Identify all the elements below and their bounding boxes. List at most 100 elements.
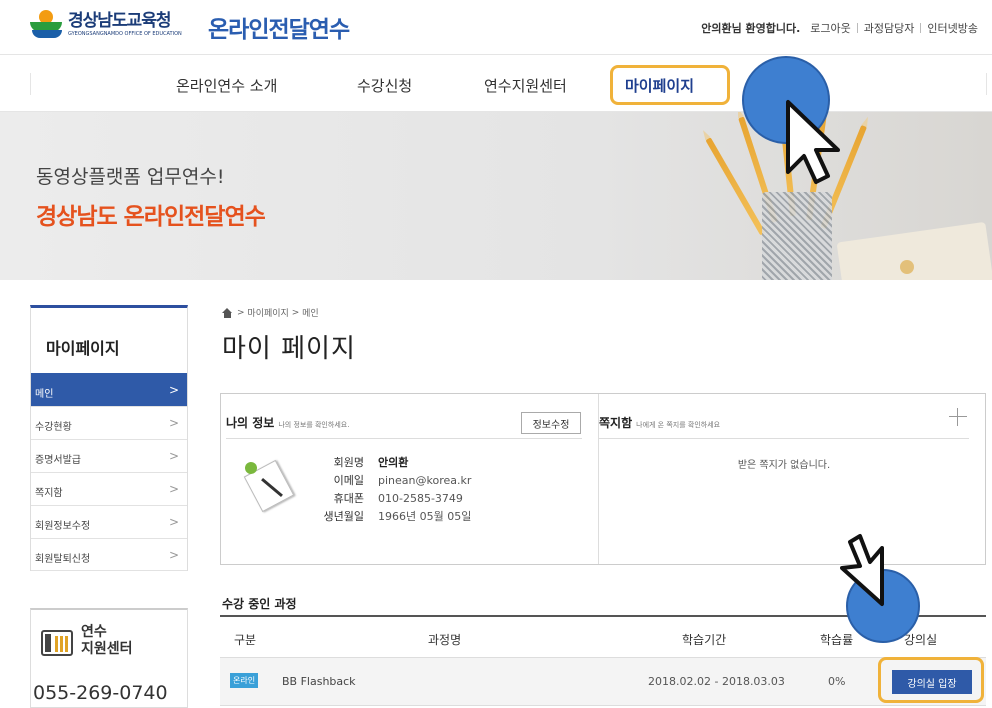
pencil-image — [705, 137, 766, 236]
sidebar-item-edit-profile[interactable]: 회원정보수정 > — [31, 505, 187, 538]
column-header: 학습기간 — [682, 633, 727, 647]
info-label: 이메일 — [333, 474, 364, 487]
info-label: 휴대폰 — [333, 492, 364, 505]
my-info-rows: 회원명 안의환 이메일 pinean@korea.kr 휴대폰 010-2585… — [309, 454, 472, 526]
logo-text: 경상남도교육청 — [68, 11, 171, 31]
chevron-right-icon: > — [168, 482, 179, 496]
paper-clip-image — [900, 260, 914, 274]
info-row-name: 회원명 안의환 — [309, 454, 471, 472]
phone-icon — [41, 630, 73, 656]
course-manager-link[interactable]: 과정담당자 — [864, 20, 915, 36]
sidebar-item-main[interactable]: 메인 > — [31, 373, 187, 406]
home-icon[interactable] — [222, 307, 233, 318]
divider — [226, 438, 582, 439]
support-center-box[interactable]: 연수 지원센터 055-269-0740 — [30, 608, 188, 708]
breadcrumb-separator: > — [237, 307, 245, 318]
column-header: 구분 — [234, 633, 257, 647]
sidebar-item-enrollment-status[interactable]: 수강현황 > — [31, 406, 187, 439]
internet-broadcast-link[interactable]: 인터넷방송 — [927, 20, 978, 36]
divider — [30, 73, 31, 95]
nav-item-support-center[interactable]: 연수지원센터 — [484, 75, 567, 96]
support-label-line1: 연수 — [81, 624, 107, 640]
messages-hint: 나에게 온 쪽지를 확인하세요 — [636, 421, 721, 429]
plus-icon[interactable] — [949, 408, 967, 426]
divider — [856, 23, 858, 33]
utility-links: 안의환님 환영합니다. 로그아웃 과정담당자 인터넷방송 — [701, 20, 978, 36]
paper-image — [836, 221, 992, 280]
chevron-right-icon: > — [168, 383, 179, 397]
logo[interactable]: 경상남도교육청 GYEONGSANGNAMDO OFFICE OF EDUCAT… — [30, 10, 182, 40]
breadcrumb-separator: > — [291, 307, 300, 318]
column-header: 강의실 — [904, 633, 938, 647]
courses-title: 수강 중인 과정 — [222, 597, 297, 611]
mouse-pointer-icon — [840, 534, 884, 606]
page: 경상남도교육청 GYEONGSANGNAMDO OFFICE OF EDUCAT… — [0, 0, 992, 708]
sidebar-item-label: 회원탈퇴신청 — [35, 554, 91, 565]
support-label-line2: 지원센터 — [81, 641, 133, 657]
nav-item-intro[interactable]: 온라인연수 소개 — [176, 75, 277, 96]
sidebar-item-label: 회원정보수정 — [35, 521, 91, 532]
chevron-right-icon: > — [168, 548, 179, 562]
support-center-label: 연수 지원센터 — [81, 624, 133, 658]
column-header: 과정명 — [428, 633, 462, 647]
sidebar-item-certificates[interactable]: 증명서발급 > — [31, 439, 187, 472]
messages-title: 쪽지함 — [599, 416, 633, 430]
pencil-cup-image — [762, 192, 832, 280]
divider — [986, 73, 987, 95]
breadcrumb: > 마이페이지 > 메인 — [222, 306, 319, 319]
my-info-hint: 나의 정보를 확인하세요. — [278, 421, 350, 429]
sidebar-item-label: 쪽지함 — [35, 488, 63, 499]
info-value-name: 안의환 — [378, 456, 409, 469]
mouse-pointer-icon — [786, 100, 840, 184]
mypage-highlight — [610, 65, 730, 105]
my-info-section: 나의 정보 나의 정보를 확인하세요. 정보수정 회원명 안의환 이메일 pine… — [221, 394, 599, 564]
column-header: 학습률 — [820, 633, 854, 647]
banner-subtitle: 동영상플랫폼 업무연수! — [36, 166, 225, 188]
site-title: 온라인전달연수 — [208, 17, 350, 43]
banner-title: 경상남도 온라인전달연수 — [36, 204, 266, 230]
divider — [599, 438, 969, 439]
welcome-text: 안의환님 환영합니다. — [701, 22, 801, 35]
messages-section: 쪽지함 나에게 온 쪽지를 확인하세요 받은 쪽지가 없습니다. — [599, 394, 985, 564]
sidebar-item-withdraw[interactable]: 회원탈퇴신청 > — [31, 538, 187, 571]
sidebar-item-label: 메인 — [35, 389, 54, 400]
divider — [920, 23, 922, 33]
sidebar-title: 마이페이지 — [30, 305, 188, 373]
info-row-birthdate: 생년월일 1966년 05월 05일 — [309, 508, 472, 526]
messages-empty-text: 받은 쪽지가 없습니다. — [737, 460, 831, 471]
messages-heading: 쪽지함 나에게 온 쪽지를 확인하세요 — [599, 414, 720, 431]
top-header: 경상남도교육청 GYEONGSANGNAMDO OFFICE OF EDUCAT… — [0, 0, 992, 54]
breadcrumb-item-mypage[interactable]: 마이페이지 — [247, 306, 288, 319]
support-phone-number: 055-269-0740 — [33, 682, 168, 704]
course-type-badge: 온라인 — [230, 673, 259, 688]
sidebar-item-messages[interactable]: 쪽지함 > — [31, 472, 187, 505]
sidebar-item-label: 증명서발급 — [35, 455, 81, 466]
chevron-right-icon: > — [168, 515, 179, 529]
logo-subtext: GYEONGSANGNAMDO OFFICE OF EDUCATION — [68, 31, 182, 37]
info-row-email: 이메일 pinean@korea.kr — [309, 472, 472, 490]
info-value-phone: 010-2585-3749 — [378, 492, 463, 505]
page-title: 마이 페이지 — [222, 334, 356, 364]
info-label: 생년월일 — [323, 510, 364, 523]
sidebar-item-label: 수강현황 — [35, 422, 72, 433]
chevron-right-icon: > — [168, 416, 179, 430]
table-row: 온라인 BB Flashback 2018.02.02 - 2018.03.03… — [220, 658, 986, 706]
course-period: 2018.02.02 - 2018.03.03 — [648, 675, 785, 688]
course-name[interactable]: BB Flashback — [282, 675, 356, 688]
edit-info-button[interactable]: 정보수정 — [521, 412, 581, 434]
logo-mark-icon — [30, 10, 64, 40]
breadcrumb-item-main: 메인 — [302, 309, 319, 319]
sidebar: 마이페이지 메인 > 수강현황 > 증명서발급 > 쪽지함 > 회원정보수정 > — [30, 305, 188, 571]
my-info-heading: 나의 정보 나의 정보를 확인하세요. — [226, 414, 349, 431]
sidebar-menu: 메인 > 수강현황 > 증명서발급 > 쪽지함 > 회원정보수정 > 회원탈퇴신… — [30, 373, 188, 571]
info-label: 회원명 — [333, 456, 364, 469]
info-value-email: pinean@korea.kr — [378, 474, 472, 487]
info-value-birthdate: 1966년 05월 05일 — [378, 510, 472, 523]
chevron-right-icon: > — [168, 449, 179, 463]
info-row-phone: 휴대폰 010-2585-3749 — [309, 490, 471, 508]
logout-link[interactable]: 로그아웃 — [810, 20, 850, 36]
enter-classroom-highlight — [878, 657, 984, 703]
my-info-title: 나의 정보 — [226, 416, 275, 430]
clipboard-icon — [243, 459, 295, 513]
nav-item-enroll[interactable]: 수강신청 — [357, 75, 412, 96]
